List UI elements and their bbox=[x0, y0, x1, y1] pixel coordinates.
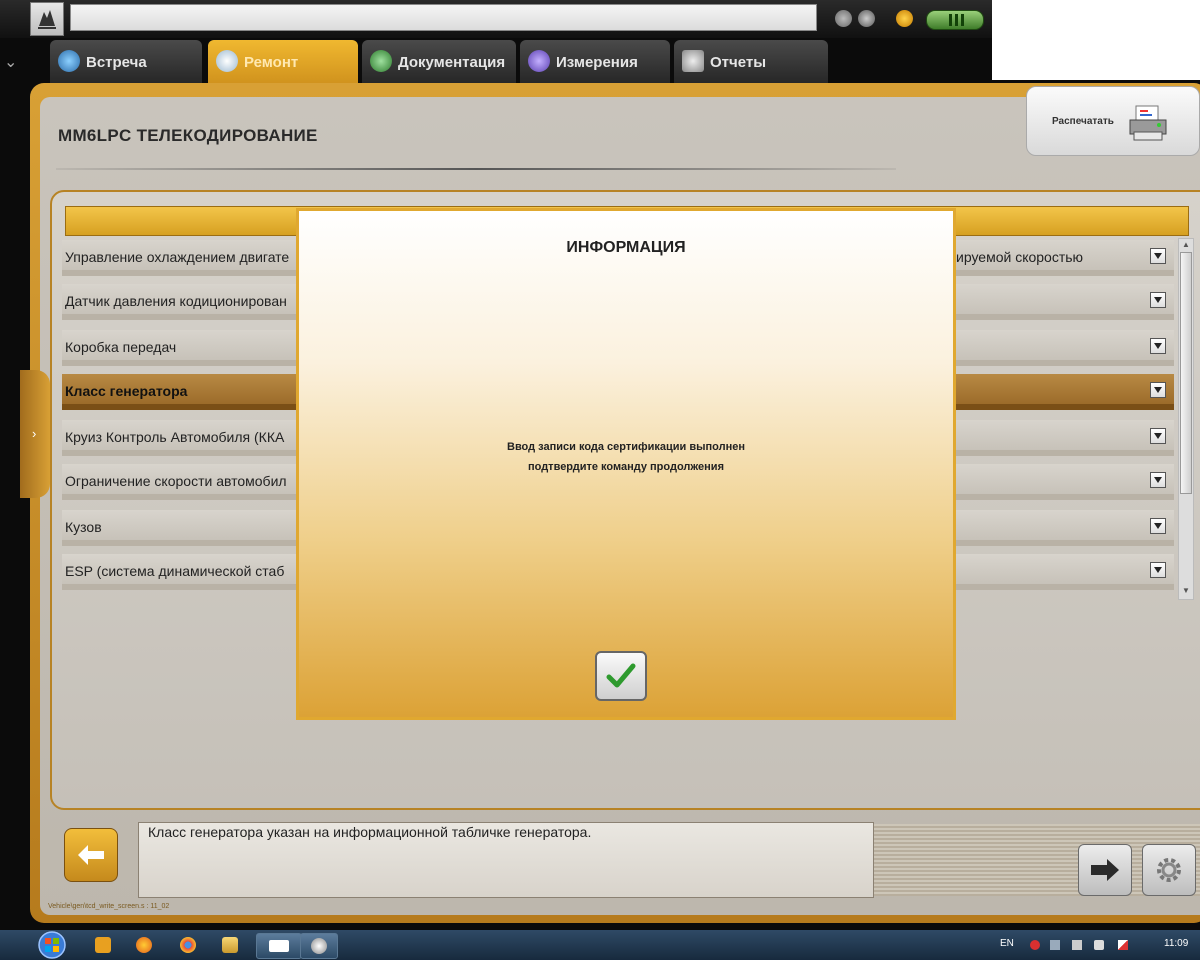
language-indicator[interactable]: EN bbox=[1000, 938, 1014, 949]
chrome-icon[interactable] bbox=[180, 937, 196, 953]
dialog-title: ИНФОРМАЦИЯ bbox=[566, 239, 686, 256]
flag-icon[interactable] bbox=[1118, 940, 1128, 950]
volume-icon[interactable] bbox=[1094, 940, 1104, 950]
taskbar-app-button[interactable] bbox=[256, 933, 302, 959]
firefox-icon[interactable] bbox=[136, 937, 152, 953]
checkmark-icon bbox=[606, 663, 636, 688]
dialog-message: подтвердите команду продолжения bbox=[527, 461, 724, 473]
network-icon[interactable] bbox=[1050, 940, 1060, 950]
display-icon[interactable] bbox=[1072, 940, 1082, 950]
confirm-button[interactable] bbox=[595, 651, 647, 701]
taskbar-diagbox-button[interactable] bbox=[300, 933, 338, 959]
dialog-message: Ввод записи кода сертификации выполнен bbox=[507, 441, 745, 453]
media-player-icon[interactable] bbox=[95, 937, 111, 953]
app-window-icon bbox=[269, 940, 289, 952]
clock[interactable]: 11:09 bbox=[1164, 938, 1188, 949]
start-button-icon[interactable] bbox=[34, 930, 70, 960]
file-explorer-icon[interactable] bbox=[222, 937, 238, 953]
diagbox-icon bbox=[311, 938, 327, 954]
information-dialog: ИНФОРМАЦИЯ Ввод записи кода сертификации… bbox=[296, 208, 956, 720]
antivirus-icon[interactable] bbox=[1030, 940, 1040, 950]
